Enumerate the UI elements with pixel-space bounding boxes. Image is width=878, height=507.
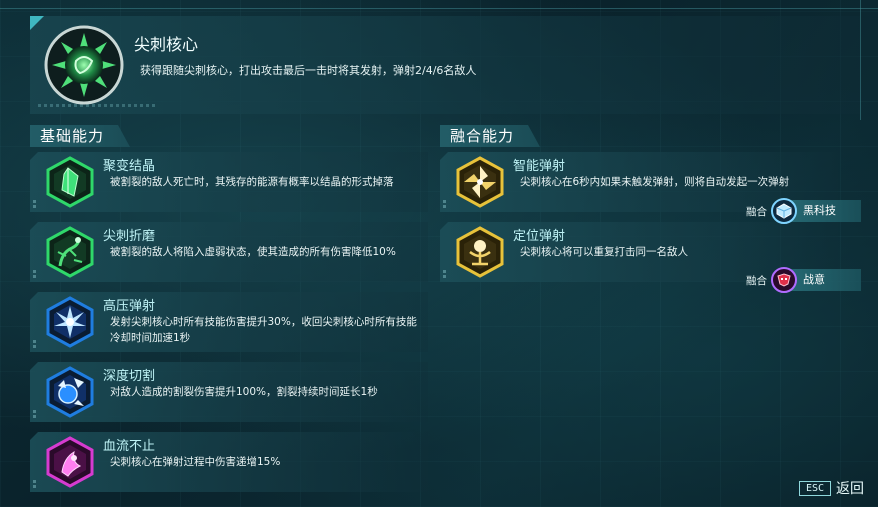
frame-line-right xyxy=(860,0,861,120)
thorn-vine-icon xyxy=(44,226,96,278)
card-dots xyxy=(443,200,446,208)
blade-cut-icon xyxy=(44,366,96,418)
ability-description: 尖刺核心在6秒内如果未触发弹射，则将自动发起一次弹射 xyxy=(520,176,790,188)
fusion-tag-black-tech[interactable]: 融合 黑科技 xyxy=(746,198,861,224)
bleeding-icon xyxy=(44,436,96,488)
frame-line-top xyxy=(0,8,878,9)
core-title: 尖刺核心 xyxy=(134,35,199,54)
pinwheel-icon xyxy=(454,156,506,208)
card-dots xyxy=(33,270,36,278)
crystal-icon xyxy=(44,156,96,208)
ability-description: 尖刺核心将可以重复打击同一名敌人 xyxy=(520,246,688,258)
fusion-tag-battle-will[interactable]: 融合 战意 xyxy=(746,267,861,293)
ability-name: 深度切割 xyxy=(103,369,156,384)
card-dots xyxy=(33,340,36,348)
battle-mask-icon xyxy=(771,267,797,293)
ability-description: 被割裂的敌人将陷入虚弱状态，使其造成的所有伤害降低10% xyxy=(110,246,396,258)
ability-card-thorn-torment[interactable]: 尖刺折磨 被割裂的敌人将陷入虚弱状态，使其造成的所有伤害降低10% xyxy=(30,222,428,282)
fusion-label: 融合 xyxy=(746,274,767,287)
card-dots xyxy=(33,480,36,488)
ability-description: 尖刺核心在弹射过程中伤害递增15% xyxy=(110,456,281,468)
card-dots xyxy=(443,270,446,278)
fusion-label: 融合 xyxy=(746,205,767,218)
ability-name: 尖刺折磨 xyxy=(103,229,156,244)
fusion-name: 黑科技 xyxy=(787,200,861,222)
ability-card-unstoppable-bleeding[interactable]: 血流不止 尖刺核心在弹射过程中伤害递增15% xyxy=(30,432,428,492)
ability-description: 发射尖刺核心时所有技能伤害提升30%，收回尖刺核心时所有技能冷却时间加速1秒 xyxy=(110,316,417,344)
ability-card-fusion-crystal[interactable]: 聚变结晶 被割裂的敌人死亡时，其残存的能源有概率以结晶的形式掉落 xyxy=(30,152,428,212)
target-beacon-icon xyxy=(454,226,506,278)
ability-name: 高压弹射 xyxy=(103,299,156,314)
back-control[interactable]: ESC 返回 xyxy=(798,478,864,498)
burst-star-icon xyxy=(44,296,96,348)
back-button[interactable]: 返回 xyxy=(836,478,864,498)
ability-name: 智能弹射 xyxy=(513,159,566,174)
ability-card-high-pressure-eject[interactable]: 高压弹射 发射尖刺核心时所有技能伤害提升30%，收回尖刺核心时所有技能冷却时间加… xyxy=(30,292,428,352)
ability-description: 对敌人造成的割裂伤害提升100%，割裂持续时间延长1秒 xyxy=(110,386,378,398)
ability-name: 血流不止 xyxy=(103,439,156,454)
ability-description: 被割裂的敌人死亡时，其残存的能源有概率以结晶的形式掉落 xyxy=(110,176,394,188)
basic-abilities-tab: 基础能力 xyxy=(30,125,130,147)
card-dots xyxy=(33,200,36,208)
header-corner-accent xyxy=(30,16,44,30)
core-description: 获得跟随尖刺核心，打出攻击最后一击时将其发射，弹射2/4/6名敌人 xyxy=(140,64,477,77)
ability-card-deep-cut[interactable]: 深度切割 对敌人造成的割裂伤害提升100%，割裂持续时间延长1秒 xyxy=(30,362,428,422)
card-dots xyxy=(33,410,36,418)
ability-name: 聚变结晶 xyxy=(103,159,156,174)
tech-cube-icon xyxy=(771,198,797,224)
spiked-core-icon xyxy=(44,25,124,105)
fusion-abilities-tab: 融合能力 xyxy=(440,125,540,147)
ability-name: 定位弹射 xyxy=(513,229,566,244)
esc-key-button[interactable]: ESC xyxy=(798,480,831,496)
fusion-name: 战意 xyxy=(787,269,861,291)
